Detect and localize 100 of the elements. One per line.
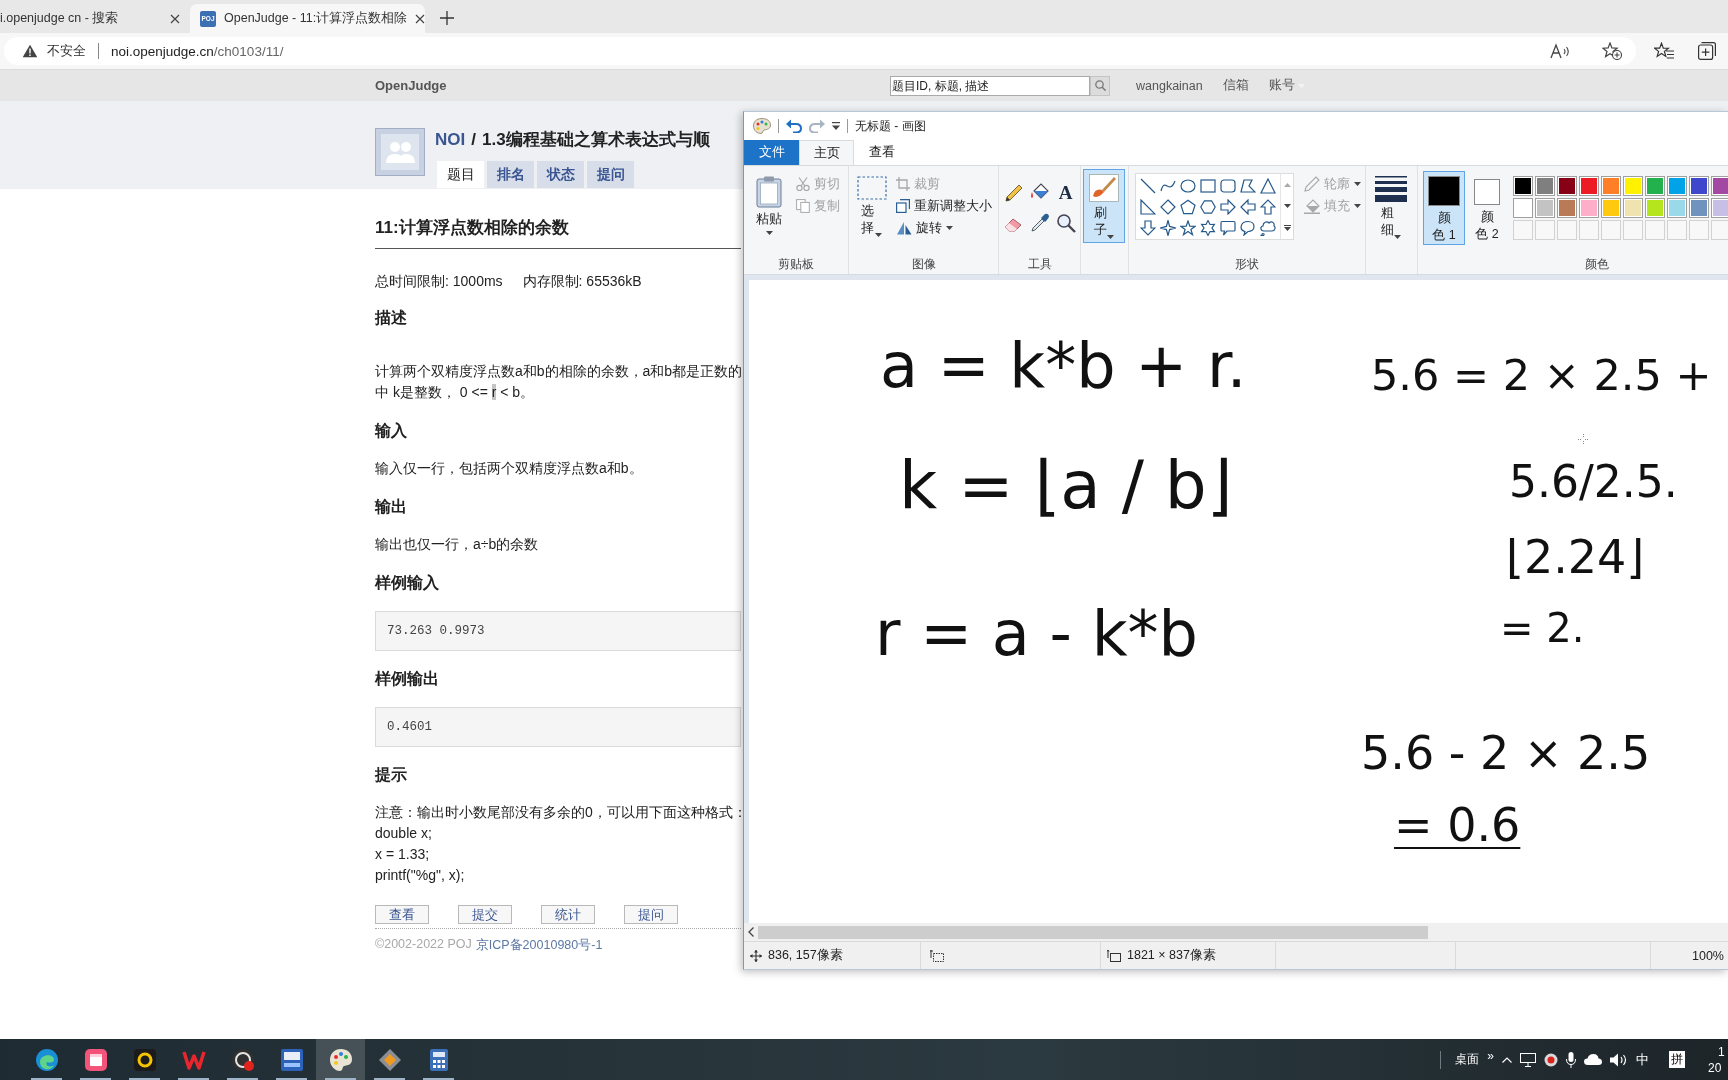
site-logo[interactable]: OpenJudge [375, 78, 447, 93]
search-button[interactable] [1090, 75, 1110, 96]
dropdown-icon[interactable] [832, 122, 840, 130]
nav-link[interactable]: wangkainan [1136, 78, 1203, 93]
expand-gallery-icon[interactable] [1283, 224, 1291, 231]
four-point-star-icon[interactable] [1160, 219, 1176, 236]
cloud-icon[interactable] [1584, 1054, 1602, 1065]
input-mode-indicator[interactable]: 拼 [1669, 1051, 1685, 1068]
magnifier-icon[interactable] [1055, 213, 1076, 233]
color-swatch[interactable] [1557, 176, 1577, 196]
color-swatch[interactable] [1711, 198, 1728, 218]
pencil-icon[interactable] [1003, 183, 1024, 203]
color-swatch[interactable] [1579, 198, 1599, 218]
empty-color-slot[interactable] [1711, 220, 1728, 240]
taskbar-button[interactable] [316, 1039, 365, 1080]
clock-time[interactable]: 1 [1708, 1043, 1725, 1060]
group-link[interactable]: NOI [435, 130, 466, 150]
color-swatch[interactable] [1579, 176, 1599, 196]
empty-color-slot[interactable] [1623, 220, 1643, 240]
eyedropper-icon[interactable] [1029, 213, 1050, 233]
up-arrow-icon[interactable] [1260, 198, 1276, 215]
color-swatch[interactable] [1623, 176, 1643, 196]
empty-color-slot[interactable] [1689, 220, 1709, 240]
network-icon[interactable] [1520, 1052, 1536, 1067]
color-swatch[interactable] [1645, 176, 1665, 196]
problem-tab[interactable]: 提问 [587, 161, 634, 188]
empty-color-slot[interactable] [1513, 220, 1533, 240]
oval-callout-icon[interactable] [1240, 219, 1256, 236]
oval-icon[interactable] [1180, 177, 1196, 194]
size-button[interactable]: 粗细 [1370, 171, 1412, 245]
resize-button[interactable]: 重新调整大小 [894, 195, 994, 217]
ribbon-tab[interactable]: 主页 [799, 140, 854, 165]
polygon-icon[interactable] [1240, 177, 1256, 194]
color-swatch[interactable] [1689, 176, 1709, 196]
horizontal-scrollbar[interactable] [744, 923, 1728, 941]
chevron-up-icon[interactable] [1502, 1056, 1512, 1063]
color-swatch[interactable] [1645, 198, 1665, 218]
color-swatch[interactable] [1535, 198, 1555, 218]
search-field[interactable]: 题目ID, 标题, 描述 [890, 75, 1090, 96]
color-swatch[interactable] [1689, 198, 1709, 218]
text-tool[interactable]: A [1053, 181, 1078, 205]
license-link[interactable]: 京ICP备20010980号-1 [475, 937, 603, 954]
microphone-icon[interactable] [1566, 1051, 1576, 1068]
nav-link[interactable]: 信箱 [1222, 77, 1249, 94]
pentagon-icon[interactable] [1180, 198, 1196, 215]
action-button[interactable]: 提交 [458, 905, 512, 924]
empty-color-slot[interactable] [1645, 220, 1665, 240]
brushes-button[interactable]: 刷子 [1083, 169, 1125, 243]
account-menu[interactable]: 账号 [1268, 77, 1305, 94]
rotate-button[interactable]: 旋转 [894, 217, 994, 239]
close-icon[interactable] [415, 13, 426, 24]
undo-icon[interactable] [786, 119, 802, 133]
problem-tab[interactable]: 状态 [537, 161, 584, 188]
overflow-toggle[interactable]: » [1487, 1048, 1494, 1063]
speaker-icon[interactable] [1610, 1052, 1628, 1067]
diamond-icon[interactable] [1160, 198, 1176, 215]
select-button[interactable]: 选择 [853, 171, 890, 245]
down-arrow-icon[interactable] [1140, 219, 1156, 236]
empty-color-slot[interactable] [1535, 220, 1555, 240]
action-button[interactable]: 统计 [541, 905, 595, 924]
empty-color-slot[interactable] [1601, 220, 1621, 240]
color-1-button[interactable]: 颜 色 1 [1423, 171, 1465, 245]
target-icon[interactable] [1544, 1052, 1558, 1067]
ribbon-tab[interactable]: 文件 [744, 140, 799, 165]
favorites-icon[interactable] [1654, 42, 1674, 60]
scrollbar-thumb[interactable] [758, 925, 1428, 939]
chevron-left-icon[interactable] [748, 927, 754, 937]
triangle-icon[interactable] [1260, 177, 1276, 194]
action-button[interactable]: 查看 [375, 905, 429, 924]
six-point-star-icon[interactable] [1200, 219, 1216, 236]
cloud-callout-icon[interactable] [1260, 219, 1276, 236]
color-swatch[interactable] [1711, 176, 1728, 196]
color-swatch[interactable] [1601, 176, 1621, 196]
line-icon[interactable] [1140, 177, 1156, 194]
input-language-indicator[interactable]: 中 [1636, 1050, 1649, 1069]
color-swatch[interactable] [1667, 176, 1687, 196]
empty-color-slot[interactable] [1579, 220, 1599, 240]
left-arrow-icon[interactable] [1240, 198, 1256, 215]
scroll-down-icon[interactable] [1283, 203, 1291, 208]
empty-color-slot[interactable] [1557, 220, 1577, 240]
problem-tab[interactable]: 题目 [437, 161, 484, 188]
clock-date[interactable]: 20 [1708, 1059, 1722, 1076]
drawing-canvas[interactable]: a = k*b + r. k = ⌊a / b⌋ r = a - k*b 5.6 = 2 × 2.5 + 5.6/2.5. ⌊2.24⌋ = 2. 5.6 - 2 × 2.5 = 0.6 [749, 280, 1728, 923]
hexagon-icon[interactable] [1200, 198, 1216, 215]
color-swatch[interactable] [1535, 176, 1555, 196]
address-bar[interactable]: 不安全 noi.openjudge.cn/ch0103/11/ [4, 37, 1636, 65]
right-triangle-icon[interactable] [1140, 198, 1156, 215]
collections-icon[interactable] [1698, 42, 1716, 60]
ribbon-tab[interactable]: 查看 [854, 140, 909, 165]
action-button[interactable]: 提问 [624, 905, 678, 924]
desktop-toolbar-label[interactable]: 桌面 [1455, 1051, 1480, 1068]
paste-button[interactable]: 粘贴 [748, 171, 790, 245]
color-swatch[interactable] [1667, 198, 1687, 218]
color-swatch[interactable] [1557, 198, 1577, 218]
color-swatch[interactable] [1513, 198, 1533, 218]
color-swatch[interactable] [1601, 198, 1621, 218]
close-icon[interactable] [170, 13, 180, 24]
read-aloud-icon[interactable] [1550, 43, 1570, 59]
rounded-rectangle-icon[interactable] [1220, 177, 1236, 194]
empty-color-slot[interactable] [1667, 220, 1687, 240]
